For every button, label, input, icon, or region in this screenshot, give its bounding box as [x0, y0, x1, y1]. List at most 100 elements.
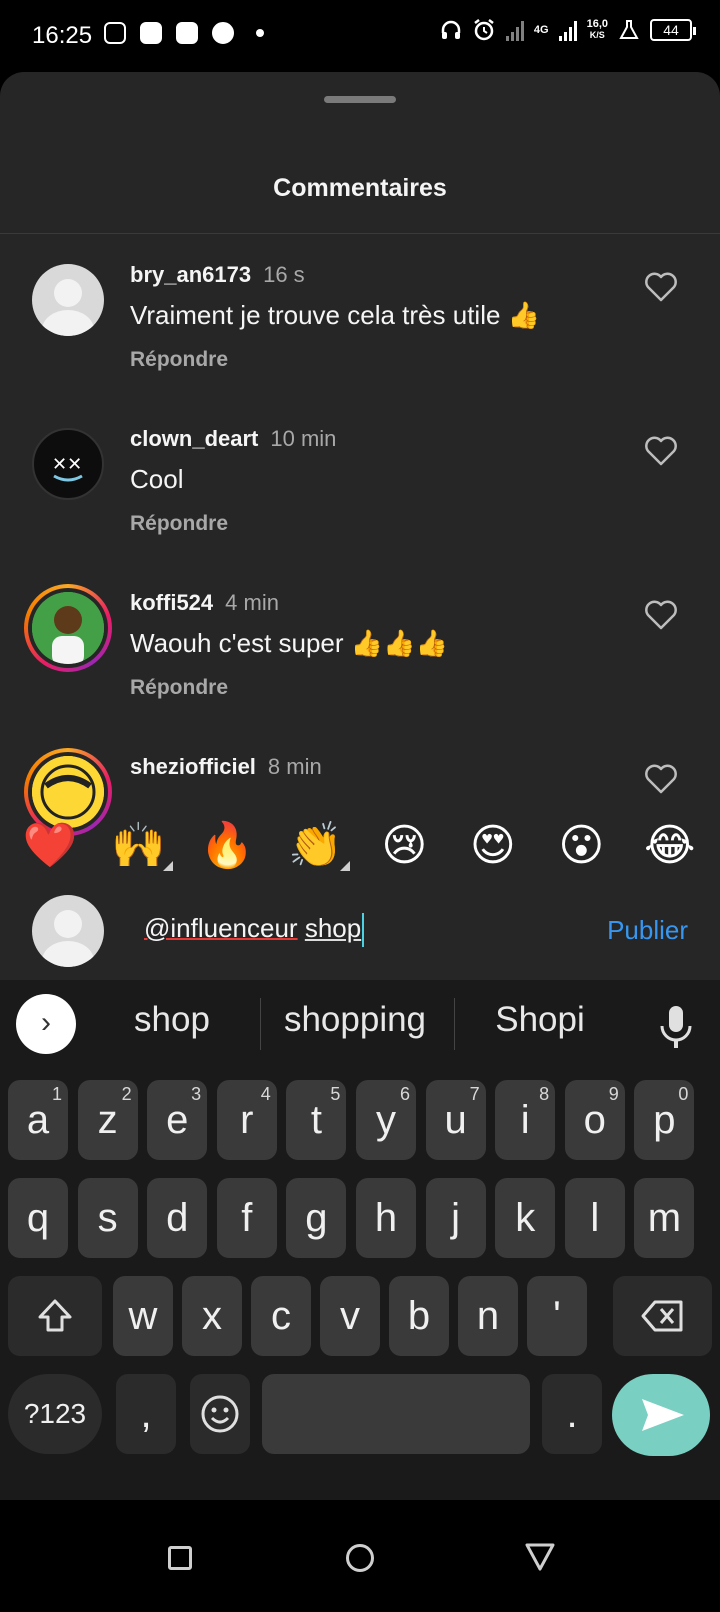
- emoji-key[interactable]: [190, 1374, 250, 1454]
- key-w[interactable]: w: [113, 1276, 173, 1356]
- publish-button[interactable]: Publier: [607, 915, 688, 946]
- key-x[interactable]: x: [182, 1276, 242, 1356]
- instagram-icon: [104, 22, 126, 44]
- symbols-key[interactable]: ?123: [8, 1374, 102, 1454]
- key-p[interactable]: p0: [634, 1080, 695, 1160]
- space-key[interactable]: [262, 1374, 530, 1454]
- divider: [454, 998, 455, 1050]
- emoji-clap[interactable]: 👏: [280, 819, 352, 871]
- reply-button[interactable]: Répondre: [130, 676, 228, 700]
- emoji-heart[interactable]: ❤️: [14, 819, 86, 871]
- comment-user[interactable]: clown_deart 10 min: [130, 426, 336, 452]
- my-avatar: [32, 895, 104, 967]
- backspace-key[interactable]: [613, 1276, 712, 1356]
- comment-user[interactable]: sheziofficiel 8 min: [130, 754, 322, 780]
- app-p-icon: [140, 22, 162, 44]
- app-p-icon: [176, 22, 198, 44]
- comment-text: Cool: [130, 464, 184, 494]
- username[interactable]: koffi524: [130, 590, 213, 615]
- key-z[interactable]: z2: [77, 1080, 138, 1160]
- system-icons: 4G 16,0 K/S 44: [440, 18, 696, 42]
- username[interactable]: clown_deart: [130, 426, 258, 451]
- comma-key[interactable]: ,: [116, 1374, 176, 1454]
- divider: [260, 998, 261, 1050]
- key-d[interactable]: d: [147, 1178, 208, 1258]
- key-n[interactable]: n: [458, 1276, 518, 1356]
- suggestion-1[interactable]: shop: [100, 1000, 244, 1040]
- key-f[interactable]: f: [216, 1178, 277, 1258]
- back-button[interactable]: [524, 1542, 556, 1572]
- battery-icon: 44: [650, 19, 696, 41]
- network-type: 4G: [533, 23, 549, 36]
- emoji-crying[interactable]: 😢: [368, 820, 440, 871]
- comment-time: 16 s: [263, 262, 305, 287]
- key-m[interactable]: m: [634, 1178, 695, 1258]
- emoji-fire[interactable]: 🔥: [191, 819, 263, 871]
- username[interactable]: bry_an6173: [130, 262, 251, 287]
- shift-key[interactable]: [8, 1276, 102, 1356]
- home-button[interactable]: [346, 1544, 374, 1572]
- microphone-icon[interactable]: [656, 1004, 696, 1050]
- emoji-raised-hands[interactable]: 🙌: [103, 819, 175, 871]
- key-j[interactable]: j: [425, 1178, 486, 1258]
- typed-word: shop: [304, 913, 362, 943]
- key-v[interactable]: v: [320, 1276, 380, 1356]
- key-t[interactable]: t5: [286, 1080, 347, 1160]
- key-y[interactable]: y6: [356, 1080, 416, 1160]
- comment-item: ✕✕ clown_deart 10 min Cool Répondre: [0, 398, 720, 568]
- key-s[interactable]: s: [77, 1178, 138, 1258]
- key-e[interactable]: e3: [147, 1080, 208, 1160]
- lab-flask-icon: [619, 20, 639, 39]
- key-u[interactable]: u7: [425, 1080, 486, 1160]
- network-speed: 16,0 K/S: [586, 18, 608, 41]
- key-a[interactable]: a1: [8, 1080, 68, 1160]
- key-l[interactable]: l: [564, 1178, 625, 1258]
- emoji-quick-bar: ❤️ 🙌 🔥 👏 😢 😍 😮 😂: [0, 805, 720, 885]
- key-h[interactable]: h: [356, 1178, 416, 1258]
- soft-keyboard: › shop shopping Shopi a1z2e3r4t5y6u7i8o9…: [0, 980, 720, 1585]
- comment-user[interactable]: bry_an6173 16 s: [130, 262, 305, 288]
- key-q[interactable]: q: [8, 1178, 68, 1258]
- heart-icon[interactable]: [644, 272, 678, 302]
- chevron-right-icon[interactable]: ›: [16, 994, 76, 1054]
- suggestion-2[interactable]: shopping: [270, 1000, 440, 1040]
- key-r[interactable]: r4: [216, 1080, 277, 1160]
- heart-icon[interactable]: [644, 764, 678, 794]
- send-key[interactable]: [612, 1374, 710, 1456]
- key-apostrophe[interactable]: ': [527, 1276, 587, 1356]
- reply-button[interactable]: Répondre: [130, 348, 228, 372]
- reply-button[interactable]: Répondre: [130, 512, 228, 536]
- comment-item: koffi524 4 min Waouh c'est super 👍👍👍 Répo…: [0, 562, 720, 732]
- heart-icon[interactable]: [644, 436, 678, 466]
- emoji-heart-eyes[interactable]: 😍: [457, 820, 529, 871]
- signal-icon: [505, 19, 524, 41]
- period-key[interactable]: .: [542, 1374, 602, 1454]
- key-o[interactable]: o9: [564, 1080, 625, 1160]
- username[interactable]: sheziofficiel: [130, 754, 256, 779]
- sheet-title: Commentaires: [273, 174, 447, 202]
- comment-user[interactable]: koffi524 4 min: [130, 590, 279, 616]
- key-k[interactable]: k: [495, 1178, 556, 1258]
- story-avatar[interactable]: [24, 584, 112, 672]
- key-i[interactable]: i8: [495, 1080, 556, 1160]
- key-b[interactable]: b: [389, 1276, 449, 1356]
- heart-icon[interactable]: [644, 600, 678, 630]
- signal-4g-icon: [558, 19, 577, 41]
- svg-text:✕✕: ✕✕: [52, 454, 82, 475]
- drag-handle[interactable]: [324, 96, 396, 103]
- avatar[interactable]: [32, 264, 104, 336]
- comment-input[interactable]: @influenceur shop: [144, 913, 365, 948]
- status-time: 16:25: [32, 22, 93, 49]
- emoji-laughing[interactable]: 😂: [634, 820, 706, 871]
- avatar[interactable]: ✕✕: [32, 428, 104, 500]
- suggestion-3[interactable]: Shopi: [470, 1000, 610, 1040]
- comment-item: bry_an6173 16 s Vraiment je trouve cela t…: [0, 234, 720, 404]
- key-c[interactable]: c: [251, 1276, 311, 1356]
- navigation-bar: [0, 1500, 720, 1612]
- recents-button[interactable]: [168, 1546, 192, 1570]
- emoji-surprised[interactable]: 😮: [545, 820, 617, 871]
- dot-icon: [256, 29, 264, 37]
- key-g[interactable]: g: [286, 1178, 347, 1258]
- comment-time: 10 min: [270, 426, 337, 451]
- comment-list[interactable]: bry_an6173 16 s Vraiment je trouve cela t…: [0, 234, 720, 877]
